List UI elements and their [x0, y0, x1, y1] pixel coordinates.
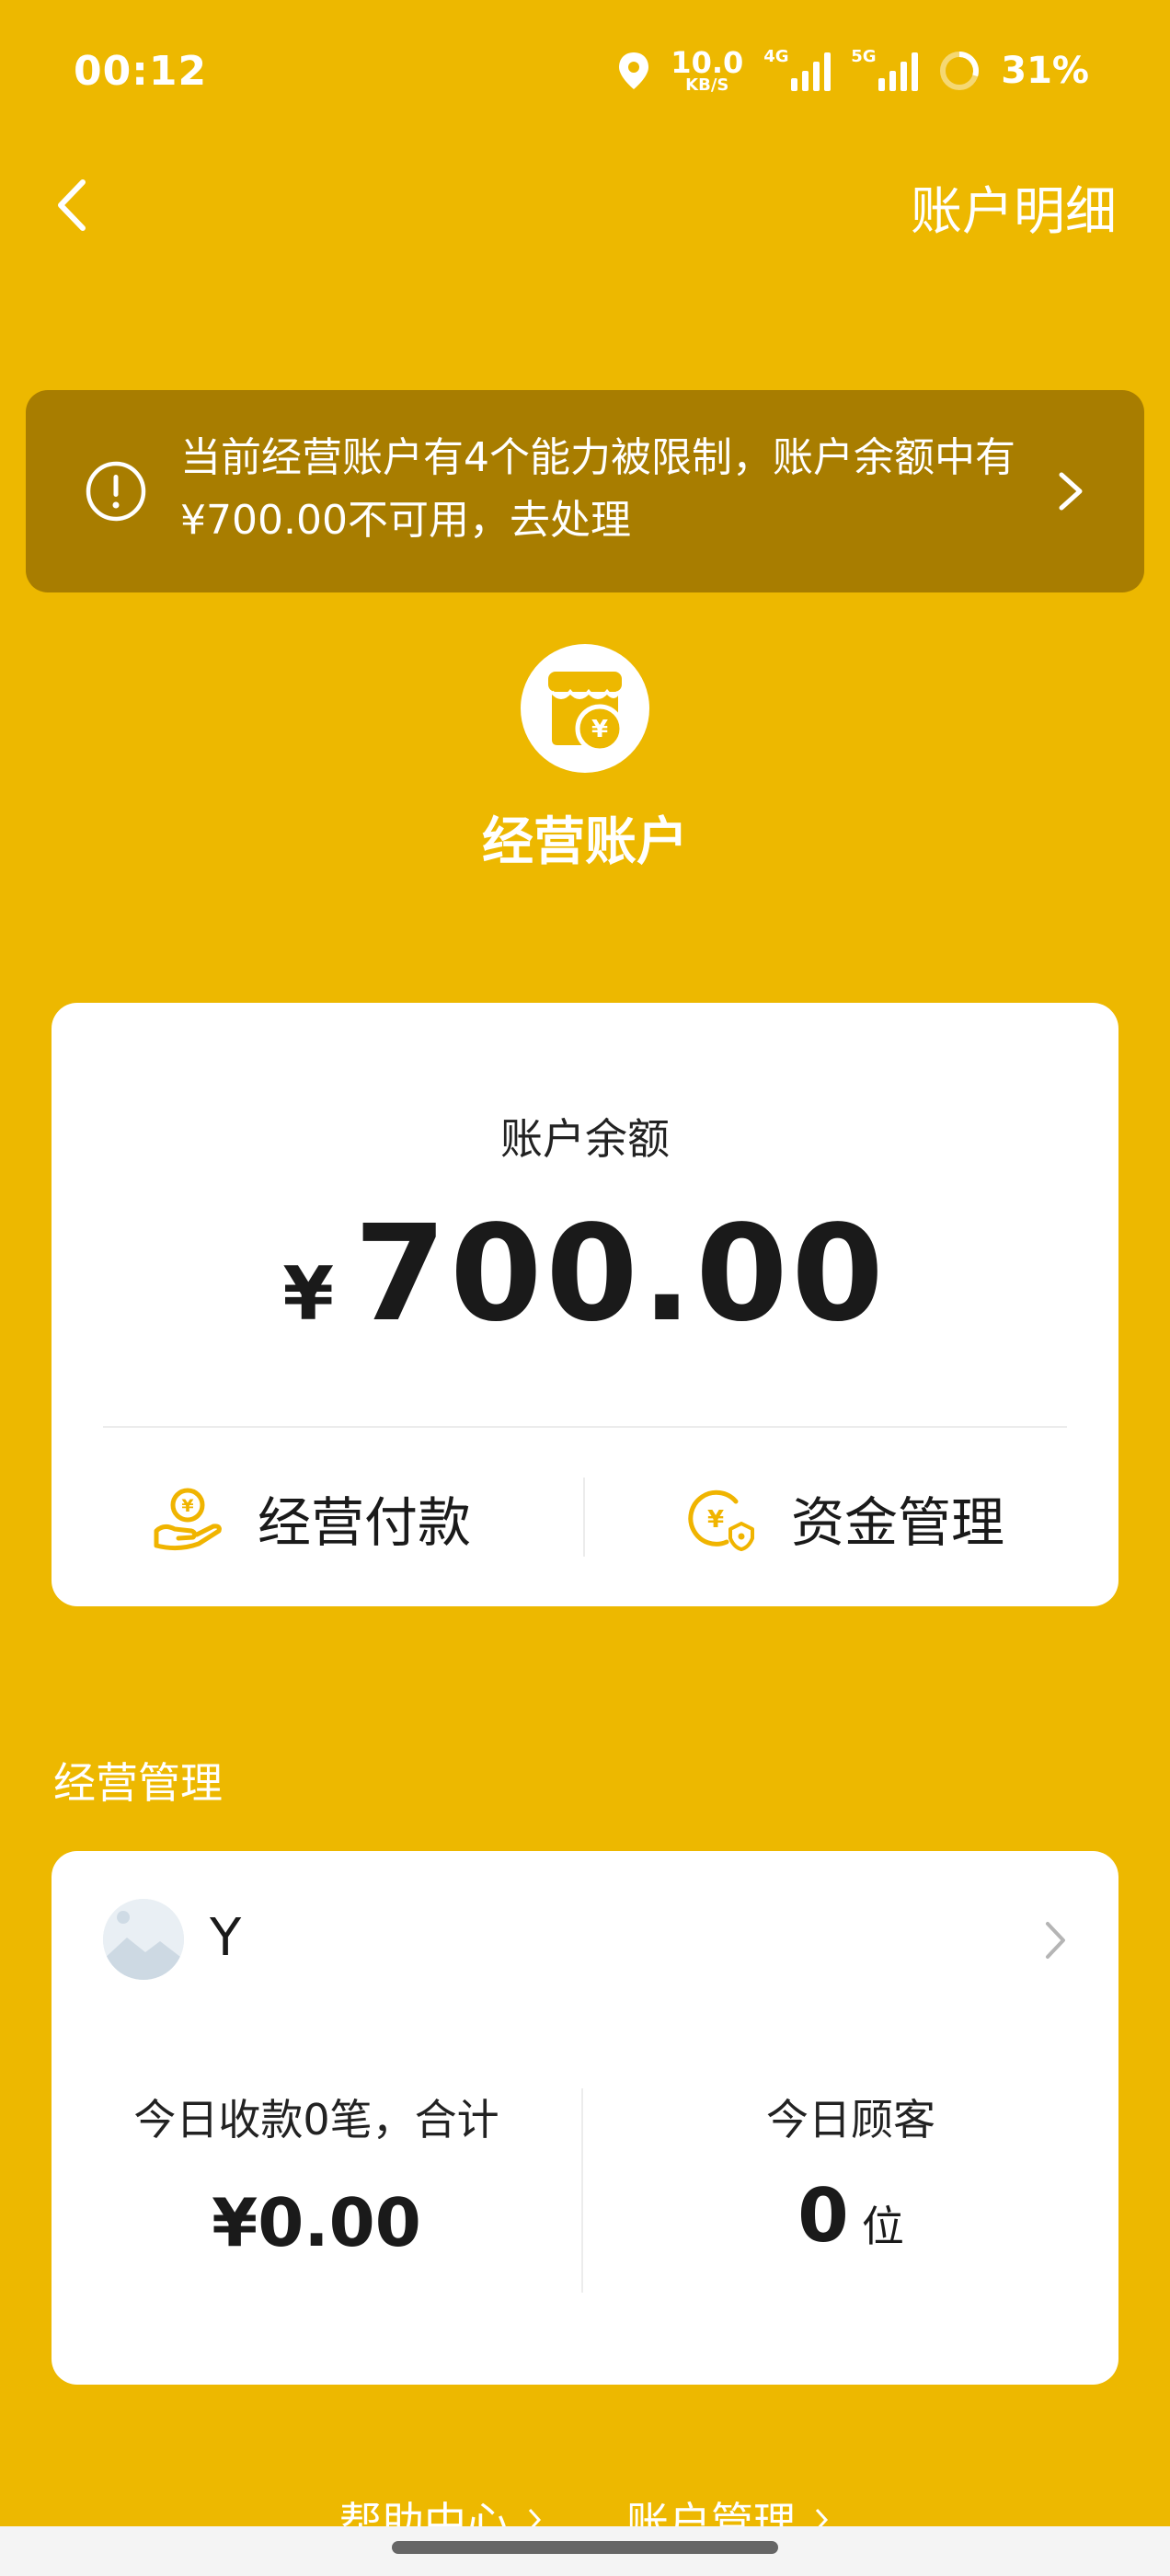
hand-yuan-icon: ¥ — [154, 1488, 222, 1551]
signal-sim2-icon: 5G — [851, 47, 919, 91]
home-indicator[interactable] — [392, 2541, 778, 2554]
svg-text:¥: ¥ — [591, 716, 608, 743]
battery-ring-icon — [940, 52, 980, 90]
status-time: 00:12 — [74, 48, 208, 95]
fund-management-label: 资金管理 — [791, 1491, 1005, 1554]
chevron-left-icon — [58, 179, 86, 231]
action-separator — [583, 1478, 585, 1557]
store-avatar — [103, 1899, 184, 1980]
svg-text:¥: ¥ — [707, 1506, 724, 1534]
today-customers-value: 0位 — [583, 2173, 1118, 2259]
today-receipts-value: ¥0.00 — [212, 2184, 421, 2261]
balance-amount: ¥ 700.00 — [52, 1196, 1118, 1351]
network-speed-unit: KB/S — [685, 75, 729, 95]
battery-percent: 31% — [1001, 50, 1089, 92]
exclamation-circle-icon — [86, 461, 146, 522]
back-button[interactable] — [48, 173, 103, 237]
svg-text:¥: ¥ — [181, 1496, 193, 1516]
balance-label: 账户余额 — [500, 1114, 670, 1164]
sim2-tag: 5G — [851, 47, 877, 66]
chevron-right-icon — [1059, 472, 1083, 511]
alert-text: 当前经营账户有4个能力被限制，账户余额中有¥700.00不可用，去处理 — [180, 434, 1015, 544]
restriction-alert-banner[interactable]: 当前经营账户有4个能力被限制，账户余额中有¥700.00不可用，去处理 — [26, 390, 1144, 592]
status-bar: 00:12 10.0 KB/S 4G 5G 31% — [0, 0, 1170, 147]
network-speed: 10.0 KB/S — [671, 48, 743, 94]
balance-card: 账户余额 ¥ 700.00 ¥ 经营付款 ¥ 资金管理 — [52, 1003, 1118, 1606]
fund-management-button[interactable]: ¥ 资金管理 — [684, 1463, 1004, 1573]
business-payment-label: 经营付款 — [258, 1491, 472, 1554]
balance-value: 700.00 — [353, 1196, 888, 1351]
account-details-link[interactable]: 账户明细 — [911, 170, 1117, 245]
balance-currency: ¥ — [282, 1251, 334, 1337]
status-icons: 10.0 KB/S 4G 5G 31% — [617, 47, 1089, 94]
chevron-right-icon — [1046, 1922, 1065, 1959]
store-header[interactable]: Y — [103, 1899, 1069, 1982]
yuan-shield-icon: ¥ — [688, 1489, 754, 1551]
location-icon — [619, 52, 649, 89]
signal-sim1-icon: 4G — [763, 47, 832, 91]
today-customers-label: 今日顾客 — [766, 2095, 935, 2145]
today-customers-unit: 位 — [861, 2202, 904, 2251]
today-receipts-label: 今日收款0笔，合计 — [133, 2095, 499, 2145]
network-speed-value: 10.0 — [671, 45, 744, 80]
business-management-section-title: 经营管理 — [53, 1758, 223, 1808]
store-card: Y 今日收款0笔，合计 ¥0.00 今日顾客 0位 — [52, 1851, 1118, 2385]
today-customers-count: 0 — [797, 2173, 849, 2259]
store-yuan-icon: ¥ — [521, 644, 649, 773]
divider — [103, 1426, 1067, 1428]
business-payment-button[interactable]: ¥ 经营付款 — [151, 1463, 471, 1573]
account-title: 经营账户 — [482, 812, 688, 872]
sim1-tag: 4G — [763, 47, 789, 66]
store-name: Y — [210, 1908, 242, 1968]
